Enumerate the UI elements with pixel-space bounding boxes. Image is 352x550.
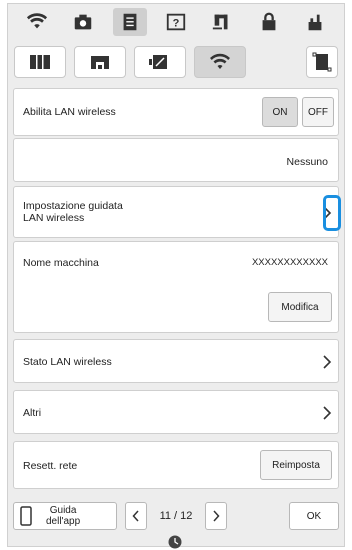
chevron-right-icon [323, 355, 332, 369]
sub-tab-bar [14, 44, 338, 80]
machine-name-value: XXXXXXXXXXXX [251, 257, 328, 268]
wireless-off-button[interactable]: OFF [302, 97, 334, 127]
bottom-nav-bar: Guida dell'app 11 / 12 OK [13, 501, 339, 531]
wireless-status-row[interactable]: Stato LAN wireless [13, 339, 339, 383]
machine-subtab-icon[interactable] [74, 46, 126, 78]
others-row[interactable]: Altri [13, 390, 339, 434]
highlight-indicator [323, 195, 341, 231]
page-view-subtab-icon[interactable] [306, 46, 338, 78]
top-tab-bar: ? [8, 4, 344, 40]
app-guide-button[interactable]: Guida dell'app [13, 502, 117, 530]
machine-name-row: Nome macchina XXXXXXXXXXXX Modifica [13, 241, 339, 333]
guided-setup-label-line2: LAN wireless [23, 212, 85, 224]
chevron-right-icon [213, 510, 220, 522]
document-tab-icon[interactable] [112, 8, 147, 36]
screen-subtab-icon[interactable] [134, 46, 186, 78]
guided-setup-label: Impostazione guidata LAN wireless [23, 200, 123, 224]
svg-text:?: ? [173, 18, 180, 30]
others-label: Altri [23, 407, 42, 419]
wireless-status-label: Stato LAN wireless [23, 356, 112, 368]
chevron-left-icon [132, 510, 139, 522]
chevron-right-icon [323, 406, 332, 420]
prev-page-button[interactable] [125, 502, 147, 530]
network-reset-label: Resett. rete [23, 460, 78, 472]
guided-setup-label-line1: Impostazione guidata [23, 200, 123, 212]
network-name-value: Nessuno [286, 156, 328, 168]
sewing-tab-icon[interactable] [205, 8, 239, 36]
wireless-on-button[interactable]: ON [262, 97, 298, 127]
ok-button[interactable]: OK [289, 502, 339, 530]
app-guide-label-line1: Guida [49, 505, 77, 516]
reset-button[interactable]: Reimposta [260, 450, 332, 480]
help-tab-icon[interactable]: ? [159, 8, 193, 36]
phone-icon [20, 506, 32, 526]
guided-setup-row[interactable]: Impostazione guidata LAN wireless [13, 186, 341, 238]
network-reset-row: Resett. rete Reimposta [13, 441, 339, 489]
settings-tab-icon[interactable] [298, 8, 332, 36]
manual-subtab-icon[interactable] [14, 46, 66, 78]
app-guide-label: Guida dell'app [46, 505, 80, 527]
clock-icon [168, 535, 182, 549]
wireless-enable-label: Abilita LAN wireless [23, 106, 116, 118]
camera-tab-icon[interactable] [66, 8, 100, 36]
app-guide-label-line2: dell'app [46, 516, 81, 527]
next-page-button[interactable] [205, 502, 227, 530]
lock-tab-icon[interactable] [252, 8, 286, 36]
settings-screen: ? Abilita LAN wireless ON OFF Nessuno Im… [7, 3, 345, 549]
wifi-tab-icon[interactable] [20, 8, 54, 36]
network-name-row: Nessuno [13, 138, 339, 182]
wireless-enable-row: Abilita LAN wireless ON OFF [13, 88, 339, 136]
wifi-subtab-icon[interactable] [194, 46, 246, 78]
page-indicator: 11 / 12 [159, 510, 193, 522]
modify-button[interactable]: Modifica [268, 292, 332, 322]
machine-name-label: Nome macchina [23, 257, 99, 269]
